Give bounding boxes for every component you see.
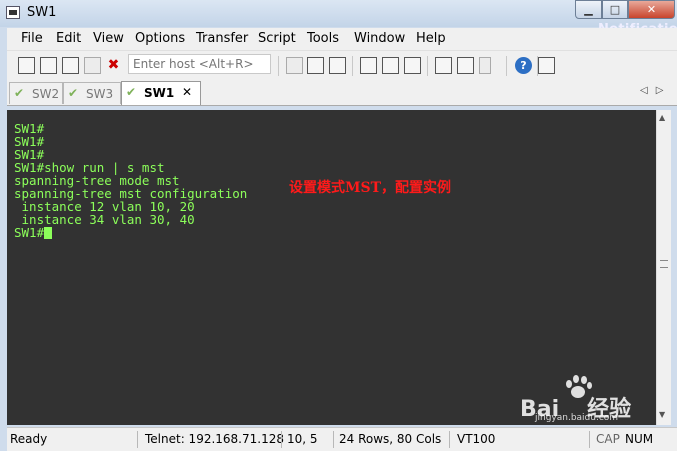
session-tabs: ✔ SW2 ✔ SW3 ✔ SW1 ✕ — [7, 80, 677, 106]
tab-close-icon[interactable]: ✕ — [182, 85, 192, 99]
toolbar-divider — [278, 56, 279, 76]
tab-scroll-arrows[interactable]: ◁▷ — [640, 85, 671, 96]
window-controls: ▁ □ ✕ — [575, 0, 677, 20]
keymap-icon[interactable] — [479, 57, 491, 74]
status-connection: Telnet: 192.168.71.128 — [145, 432, 284, 446]
status-state: Ready — [10, 432, 48, 446]
menu-window[interactable]: Window — [354, 31, 405, 46]
tab-label: SW3 — [86, 87, 114, 101]
terminal-line: SW1# — [14, 134, 45, 149]
status-size: 24 Rows, 80 Cols — [339, 432, 442, 446]
status-bar: Ready Telnet: 192.168.71.128 10, 5 24 Ro… — [7, 427, 677, 451]
paste-icon[interactable] — [307, 57, 324, 74]
annotation-label: 设置模式MST，配置实例 — [289, 180, 452, 196]
copy-icon[interactable] — [286, 57, 303, 74]
help-icon[interactable]: ? — [515, 57, 532, 74]
toolbar-divider — [352, 56, 353, 76]
menu-help[interactable]: Help — [416, 31, 446, 46]
connect-tab-icon[interactable] — [62, 57, 79, 74]
terminal-output: SW1# SW1# SW1# SW1#show run | s mst spanning… — [14, 122, 247, 239]
status-cursor-position: 10, 5 — [287, 432, 318, 446]
status-divider — [281, 431, 282, 448]
global-options-icon[interactable] — [457, 57, 474, 74]
menu-script[interactable]: Script — [258, 31, 296, 46]
close-button[interactable]: ✕ — [628, 0, 675, 19]
session-options-icon[interactable] — [435, 57, 452, 74]
watermark-url: jingyan.baidu.com — [535, 413, 619, 423]
status-divider — [589, 431, 590, 448]
app-icon — [6, 6, 20, 19]
sftp-icon[interactable] — [538, 57, 555, 74]
menu-transfer[interactable]: Transfer — [196, 31, 248, 46]
check-icon: ✔ — [68, 86, 79, 100]
tab-sw1[interactable]: ✔ SW1 ✕ — [121, 81, 201, 105]
tab-label: SW2 — [32, 87, 60, 101]
print-preview-icon[interactable] — [404, 57, 421, 74]
tab-sw3[interactable]: ✔ SW3 — [63, 82, 121, 104]
tab-sw2[interactable]: ✔ SW2 — [9, 82, 63, 104]
toolbar-divider — [427, 56, 428, 76]
title-bar: SW1 ▁ □ ✕ Notification — [0, 0, 677, 37]
reconnect-icon[interactable] — [84, 57, 101, 74]
status-divider — [449, 431, 450, 448]
tab-label: SW1 — [144, 86, 175, 100]
quick-connect-icon[interactable] — [40, 57, 57, 74]
status-divider — [137, 431, 138, 448]
scroll-up-icon[interactable]: ▲ — [659, 113, 665, 122]
chevron-right-icon[interactable]: ▷ — [656, 85, 672, 96]
terminal-line: instance 34 vlan 30, 40 — [14, 212, 195, 227]
check-icon: ✔ — [126, 85, 137, 99]
print-icon[interactable] — [360, 57, 377, 74]
menu-bar: File Edit View Options Transfer Script T… — [7, 28, 677, 50]
text-cursor — [44, 227, 53, 239]
status-emulation: VT100 — [457, 432, 496, 446]
terminal-prompt-line: SW1# — [14, 226, 247, 239]
menu-edit[interactable]: Edit — [56, 31, 81, 46]
terminal-prompt: SW1# — [14, 225, 45, 240]
status-caps: CAP — [596, 432, 620, 446]
maximize-button[interactable]: □ — [602, 0, 628, 19]
toolbar-divider — [506, 56, 507, 76]
host-input[interactable] — [128, 54, 271, 74]
window-title: SW1 — [27, 5, 57, 20]
connect-icon[interactable] — [18, 57, 35, 74]
menu-file[interactable]: File — [21, 31, 43, 46]
minimize-button[interactable]: ▁ — [575, 0, 602, 19]
chevron-left-icon[interactable]: ◁ — [640, 85, 656, 96]
watermark: Bai 经验 jingyan.baidu.com — [520, 375, 670, 423]
find-icon[interactable] — [329, 57, 346, 74]
disconnect-icon[interactable]: ✖ — [105, 57, 122, 74]
scroll-grip[interactable] — [660, 260, 668, 268]
menu-tools[interactable]: Tools — [307, 31, 339, 46]
menu-options[interactable]: Options — [135, 31, 185, 46]
menu-view[interactable]: View — [93, 31, 124, 46]
terminal-line: SW1# — [14, 121, 45, 136]
print-setup-icon[interactable] — [382, 57, 399, 74]
toolbar: ✖ ? — [7, 50, 677, 81]
status-divider — [333, 431, 334, 448]
check-icon: ✔ — [14, 86, 25, 100]
status-num: NUM — [625, 432, 654, 446]
